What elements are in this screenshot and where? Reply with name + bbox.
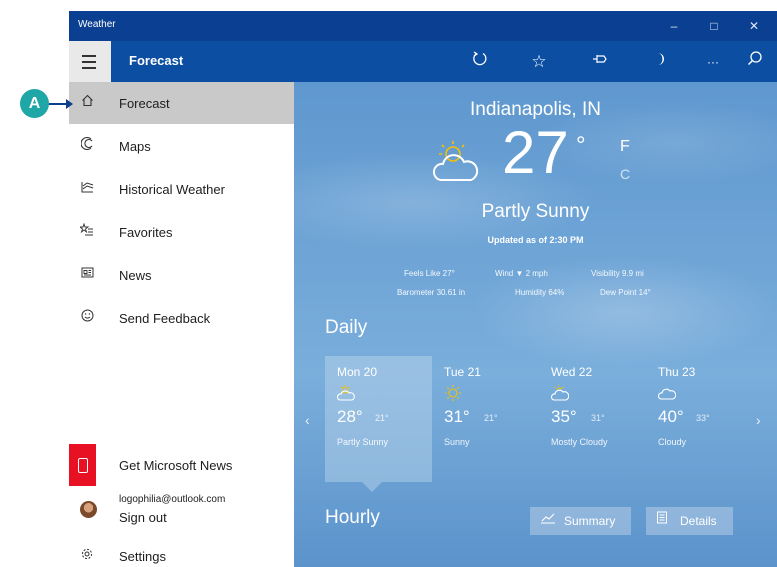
- nav-label: Forecast: [119, 96, 170, 111]
- app-bar: Forecast ☆ ···: [69, 41, 777, 82]
- details-button[interactable]: Details: [646, 507, 733, 535]
- degree-symbol: °: [576, 132, 586, 159]
- nav-label: Settings: [119, 549, 166, 564]
- nav-label: Send Feedback: [119, 311, 211, 326]
- day-high: 31°: [444, 407, 470, 426]
- nav-item-forecast[interactable]: Forecast: [69, 82, 294, 124]
- nav-item-account[interactable]: logophilia@outlook.com Sign out: [69, 488, 294, 534]
- day-high: 35°: [551, 407, 577, 426]
- smiley-icon: [77, 309, 97, 325]
- cloudy-icon: [658, 388, 676, 400]
- pin-icon[interactable]: [586, 50, 614, 74]
- feels-like: Feels Like 27°: [404, 269, 455, 278]
- callout-badge: A: [20, 89, 49, 118]
- mostly-cloudy-icon: [551, 385, 569, 401]
- nav-label: Favorites: [119, 225, 173, 240]
- day-name: Mon 20: [337, 365, 378, 379]
- favorite-star-icon[interactable]: ☆: [525, 50, 553, 74]
- updated-time: Updated as of 2:30 PM: [487, 235, 584, 245]
- refresh-icon[interactable]: [466, 50, 494, 74]
- callout-arrow-icon: [66, 99, 73, 109]
- maps-icon: [77, 136, 97, 153]
- historical-icon: [77, 180, 97, 196]
- day-condition: Mostly Cloudy: [551, 437, 608, 447]
- hourly-heading: Hourly: [325, 507, 380, 528]
- humidity: Humidity 64%: [515, 288, 565, 297]
- day-condition: Sunny: [444, 437, 470, 447]
- sunny-icon: [445, 385, 461, 401]
- nav-item-send-feedback[interactable]: Send Feedback: [69, 297, 294, 339]
- nav-item-maps[interactable]: Maps: [69, 125, 294, 167]
- current-condition: Partly Sunny: [481, 201, 590, 222]
- nav-item-settings[interactable]: Settings: [69, 537, 294, 567]
- selected-day-pointer: [362, 482, 382, 492]
- day-low: 33°: [696, 413, 710, 423]
- daily-heading: Daily: [325, 317, 368, 338]
- nav-item-favorites[interactable]: Favorites: [69, 211, 294, 253]
- scroll-left-icon[interactable]: ‹: [305, 412, 310, 428]
- nav-pane: Forecast Maps Historical Weather Favorit…: [69, 82, 294, 567]
- weather-app-window: Weather – □ ✕ Forecast ☆ ··· Forecast Ma…: [69, 11, 777, 567]
- day-card-tue[interactable]: Tue 21 31° 21° Sunny: [432, 356, 539, 482]
- nav-item-get-microsoft-news[interactable]: Get Microsoft News: [69, 444, 294, 486]
- search-icon[interactable]: [741, 50, 769, 74]
- day-name: Wed 22: [551, 365, 593, 379]
- favorites-list-icon: [77, 222, 97, 239]
- callout-pointer-line: [48, 103, 68, 105]
- title-bar: Weather – □ ✕: [69, 11, 777, 41]
- unit-fahrenheit-toggle[interactable]: F: [620, 138, 630, 156]
- day-low: 31°: [591, 413, 605, 423]
- nav-item-news[interactable]: News: [69, 254, 294, 296]
- nav-label: Get Microsoft News: [119, 458, 233, 473]
- window-title: Weather: [78, 19, 116, 30]
- day-card-mon[interactable]: Mon 20 28° 21° Partly Sunny: [325, 356, 432, 482]
- scroll-right-icon[interactable]: ›: [756, 412, 761, 428]
- more-icon[interactable]: ···: [699, 50, 727, 74]
- page-title: Forecast: [129, 53, 184, 68]
- current-temperature: 27: [502, 119, 569, 186]
- partly-sunny-icon: [432, 141, 479, 181]
- avatar: [80, 501, 97, 518]
- nav-label: Historical Weather: [119, 182, 225, 197]
- day-card-thu[interactable]: Thu 23 40° 33° Cloudy: [646, 356, 753, 482]
- minimize-button[interactable]: –: [659, 15, 689, 37]
- wind: Wind ▼ 2 mph: [495, 269, 548, 278]
- news-icon: [77, 266, 97, 282]
- partly-sunny-icon: [337, 385, 355, 401]
- close-button[interactable]: ✕: [739, 15, 769, 37]
- forecast-content: Indianapolis, IN 27 ° F C Partly Sunny U…: [294, 82, 777, 567]
- nav-item-historical-weather[interactable]: Historical Weather: [69, 168, 294, 210]
- visibility: Visibility 9.9 mi: [591, 269, 644, 278]
- day-name: Tue 21: [444, 365, 481, 379]
- day-low: 21°: [484, 413, 498, 423]
- phone-icon: [69, 444, 96, 486]
- dew-point: Dew Point 14°: [600, 288, 651, 297]
- nav-label: Maps: [119, 139, 151, 154]
- day-card-wed[interactable]: Wed 22 35° 31° Mostly Cloudy: [539, 356, 646, 482]
- details-label: Details: [680, 514, 717, 528]
- nav-label: News: [119, 268, 152, 283]
- day-low: 21°: [375, 413, 389, 423]
- line-chart-icon: [540, 507, 556, 535]
- account-email: logophilia@outlook.com: [119, 494, 226, 505]
- barometer: Barometer 30.61 in: [397, 288, 466, 297]
- sign-out-link[interactable]: Sign out: [119, 510, 167, 525]
- hamburger-menu-button[interactable]: [69, 41, 111, 82]
- day-high: 28°: [337, 407, 363, 426]
- day-condition: Partly Sunny: [337, 437, 389, 447]
- maximize-button[interactable]: □: [699, 15, 729, 37]
- dark-mode-moon-icon[interactable]: [646, 50, 674, 74]
- summary-label: Summary: [564, 514, 616, 528]
- home-icon: [77, 94, 97, 110]
- city-name: Indianapolis, IN: [470, 99, 601, 120]
- gear-icon: [77, 547, 97, 564]
- day-name: Thu 23: [658, 365, 696, 379]
- summary-button[interactable]: Summary: [530, 507, 631, 535]
- day-high: 40°: [658, 407, 684, 426]
- day-condition: Cloudy: [658, 437, 687, 447]
- details-list-icon: [656, 507, 668, 535]
- unit-celsius-toggle[interactable]: C: [620, 166, 630, 182]
